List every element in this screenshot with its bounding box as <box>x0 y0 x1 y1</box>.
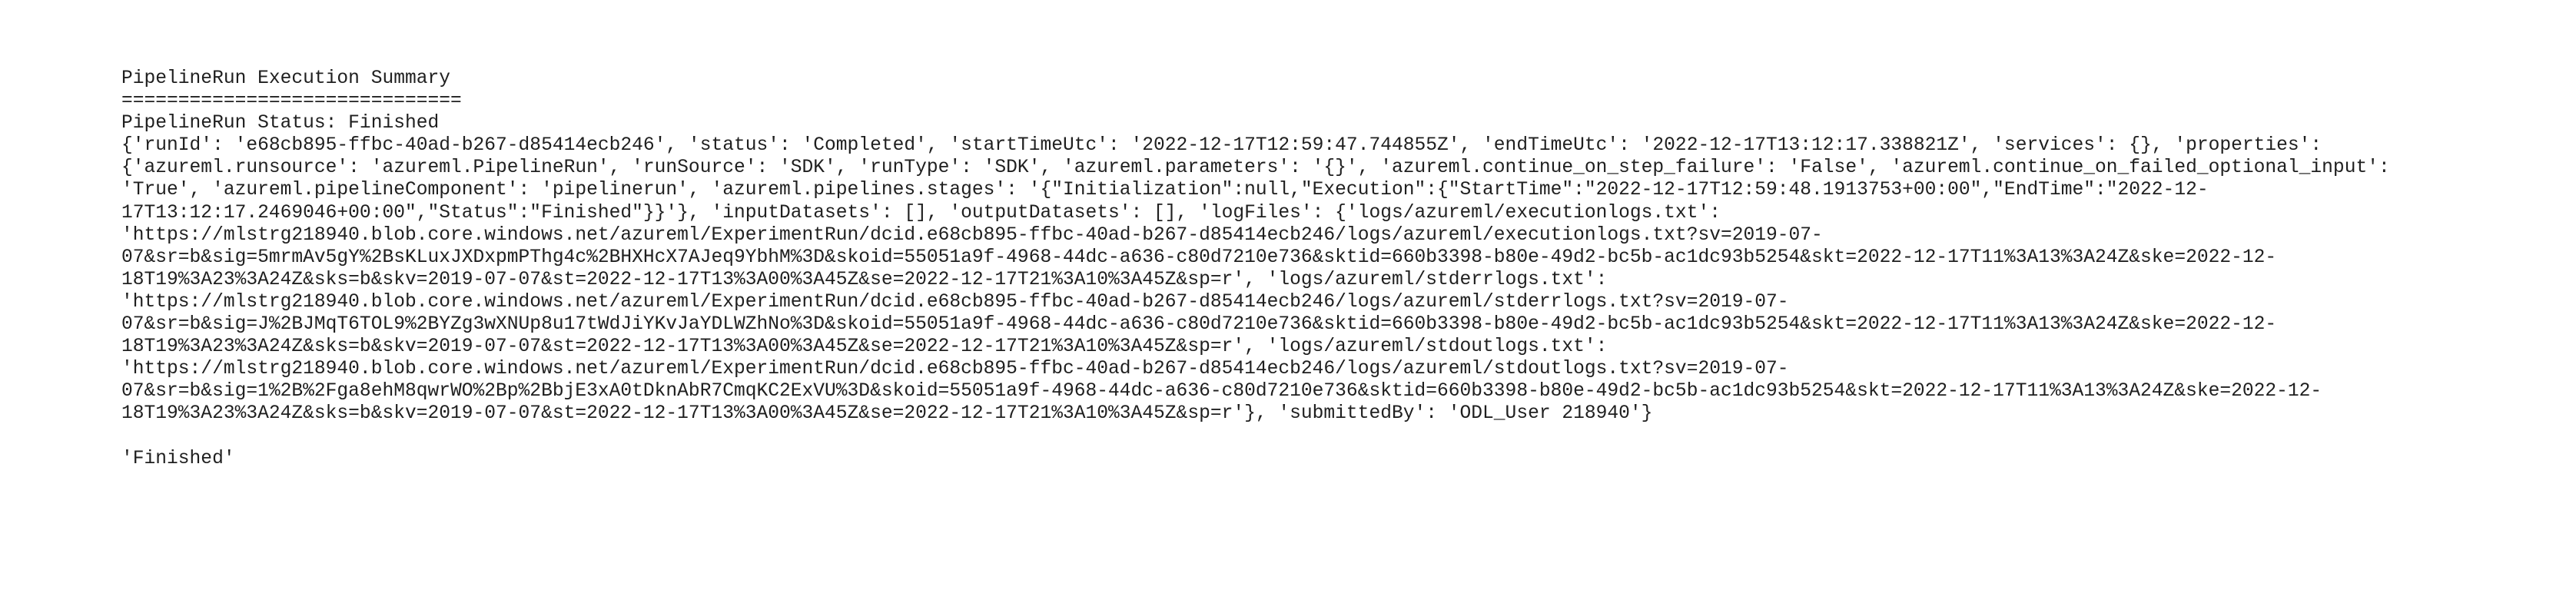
log-url-line: 18T19%3A23%3A24Z&sks=b&skv=2019-07-07&st… <box>121 336 1608 358</box>
cell-output: PipelineRun Execution Summary ==========… <box>121 68 2558 470</box>
run-details-line: 18T19%3A23%3A24Z&sks=b&skv=2019-07-07&st… <box>121 403 1653 425</box>
title-underline: ============================== <box>121 91 462 112</box>
run-details-line: {'runId': 'e68cb895-ffbc-40ad-b267-d8541… <box>121 135 2322 157</box>
log-url-line: 'https://mlstrg218940.blob.core.windows.… <box>121 224 1823 246</box>
log-url-line: 07&sr=b&sig=1%2B%2Fga8ehM8qwrWO%2Bp%2Bbj… <box>121 381 2322 403</box>
summary-title: PipelineRun Execution Summary <box>121 68 451 89</box>
log-url-line: 18T19%3A23%3A24Z&sks=b&skv=2019-07-07&st… <box>121 269 1608 290</box>
log-url-line: 'https://mlstrg218940.blob.core.windows.… <box>121 359 1789 380</box>
log-url-line: 07&sr=b&sig=J%2BJMqT6TOL9%2BYZg3wXNUp8u1… <box>121 314 2277 336</box>
pipeline-status: PipelineRun Status: Finished <box>121 113 440 134</box>
run-details-line: 'True', 'azureml.pipelineComponent': 'pi… <box>121 180 2209 201</box>
log-url-line: 07&sr=b&sig=5mrmAv5gY%2BsKLuxJXDxpmPThg4… <box>121 247 2277 268</box>
run-details-line: 17T13:12:17.2469046+00:00","Status":"Fin… <box>121 202 1721 224</box>
return-value: 'Finished' <box>121 448 235 469</box>
log-url-line: 'https://mlstrg218940.blob.core.windows.… <box>121 291 1789 313</box>
run-details-line: {'azureml.runsource': 'azureml.PipelineR… <box>121 157 2390 179</box>
